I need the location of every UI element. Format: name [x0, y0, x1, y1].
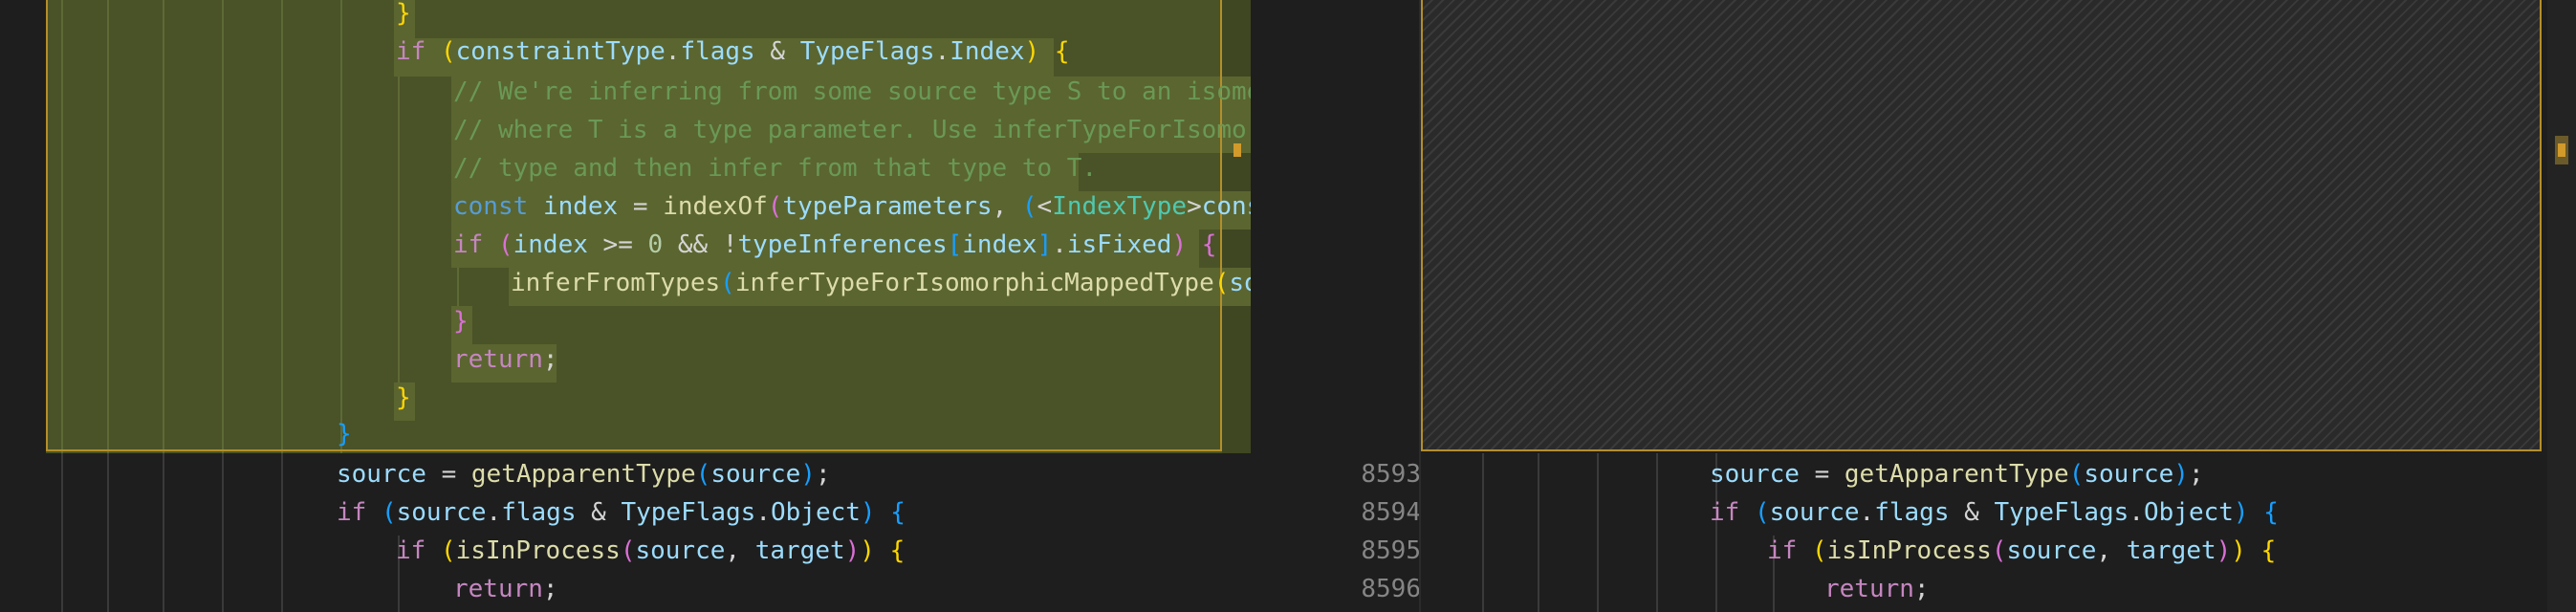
overview-ruler-marker [1233, 143, 1241, 157]
line-number-gutter: 8593 8594 8595 8596 [1251, 0, 1421, 612]
code-line[interactable]: if (source.flags & TypeFlags.Object) { [337, 493, 906, 532]
code-line[interactable]: return; [453, 340, 558, 379]
code-line[interactable]: return; [1824, 570, 1930, 608]
code-comment-line[interactable]: // where T is a type parameter. Use infe… [453, 111, 1251, 149]
indent-guide [107, 453, 109, 612]
indent-guide [163, 453, 164, 612]
overview-ruler-marker [2555, 136, 2568, 164]
line-number: 8594 [1361, 498, 1421, 527]
code-line[interactable]: if (constraintType.flags & TypeFlags.Ind… [396, 33, 1069, 71]
line-number: 8596 [1361, 575, 1421, 603]
original-editor-pane[interactable]: } if (constraintType.flags & TypeFlags.I… [0, 0, 1251, 612]
code-line[interactable]: if (isInProcess(source, target)) { [1767, 532, 2276, 570]
code-line[interactable]: } [453, 302, 469, 340]
code-line[interactable]: source = getApparentType(source); [337, 455, 831, 493]
code-line[interactable]: if (index >= 0 && !typeInferences[index]… [453, 226, 1216, 264]
indent-guide [61, 453, 63, 612]
code-comment-line[interactable]: // type and then infer from that type to… [453, 149, 1097, 187]
indent-guide [1597, 453, 1599, 612]
code-line[interactable]: } [396, 379, 411, 417]
code-line[interactable]: } [396, 0, 411, 33]
code-line[interactable]: if (source.flags & TypeFlags.Object) { [1710, 493, 2279, 532]
code-line[interactable]: source = getApparentType(source); [1710, 455, 2204, 493]
indent-guide [281, 453, 283, 612]
line-number: 8593 [1361, 460, 1421, 489]
indent-guide [1482, 453, 1484, 612]
code-line[interactable]: if (isInProcess(source, target)) { [396, 532, 905, 570]
code-line[interactable]: const index = indexOf(typeParameters, (<… [453, 187, 1251, 226]
line-number: 8595 [1361, 536, 1421, 565]
code-line[interactable]: } [337, 415, 352, 453]
code-line[interactable]: return; [453, 570, 558, 608]
indent-guide [1538, 453, 1539, 612]
indent-guide [1656, 453, 1658, 612]
modified-editor-pane[interactable]: source = getApparentType(source); if (so… [1421, 0, 2576, 612]
vertical-scrollbar[interactable] [2547, 0, 2576, 612]
code-line[interactable]: inferFromTypes(inferTypeForIsomorphicMap… [511, 264, 1251, 302]
indent-guide [222, 453, 224, 612]
code-comment-line[interactable]: // We're inferring from some source type… [453, 73, 1251, 111]
diff-placeholder-hatch [1421, 0, 2542, 451]
